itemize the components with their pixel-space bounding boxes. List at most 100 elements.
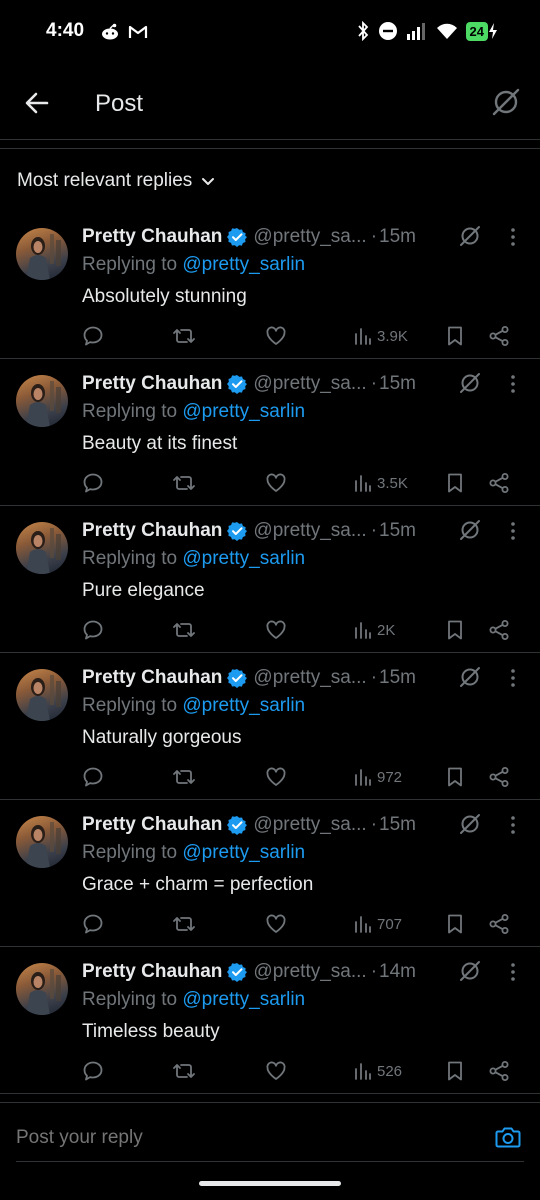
avatar-image [26,969,61,1015]
repost-button[interactable] [172,618,196,642]
reply-item[interactable]: Pretty Chauhan @pretty_sa... · 15m Reply… [0,653,540,800]
author-name[interactable]: Pretty Chauhan [82,373,222,395]
avatar[interactable] [16,816,68,868]
author-handle[interactable]: @pretty_sa... [253,961,366,983]
grok-icon[interactable] [458,959,482,983]
share-button[interactable] [488,1059,510,1083]
more-options-icon[interactable] [506,373,520,395]
bookmark-button[interactable] [445,765,465,789]
sort-dropdown[interactable]: Most relevant replies [17,170,216,192]
share-button[interactable] [488,324,510,348]
views-button[interactable]: 2K [353,618,395,642]
views-button[interactable]: 707 [353,912,402,936]
reply-item[interactable]: Pretty Chauhan @pretty_sa... · 15m Reply… [0,212,540,359]
author-name[interactable]: Pretty Chauhan [82,667,222,689]
author-handle[interactable]: @pretty_sa... [253,226,366,248]
bookmark-button[interactable] [445,324,465,348]
more-options-icon[interactable] [506,520,520,542]
grok-icon[interactable] [490,86,522,118]
reply-time: 15m [379,814,416,835]
grok-icon[interactable] [458,665,482,689]
like-button[interactable] [265,471,287,495]
views-button[interactable]: 972 [353,765,402,789]
share-button[interactable] [488,618,510,642]
like-button[interactable] [265,1059,287,1083]
share-button[interactable] [488,912,510,936]
mention-link[interactable]: @pretty_sarlin [182,989,305,1010]
grok-icon[interactable] [458,371,482,395]
like-button[interactable] [265,912,287,936]
author-name[interactable]: Pretty Chauhan [82,814,222,836]
views-chart-icon [355,475,371,492]
repost-button[interactable] [172,1059,196,1083]
reply-input[interactable] [16,1127,396,1149]
views-count: 3.5K [377,474,408,492]
heart-icon [266,767,286,786]
grok-icon[interactable] [458,812,482,836]
reply-button[interactable] [82,324,104,348]
repost-button[interactable] [172,912,196,936]
reply-item[interactable]: Pretty Chauhan @pretty_sa... · 15m Reply… [0,359,540,506]
bookmark-button[interactable] [445,471,465,495]
avatar[interactable] [16,963,68,1015]
views-button[interactable]: 526 [353,1059,402,1083]
home-indicator[interactable] [199,1181,341,1186]
author-name[interactable]: Pretty Chauhan [82,961,222,983]
repost-button[interactable] [172,324,196,348]
bookmark-button[interactable] [445,1059,465,1083]
avatar[interactable] [16,228,68,280]
reply-item[interactable]: Pretty Chauhan @pretty_sa... · 15m Reply… [0,800,540,947]
mention-link[interactable]: @pretty_sarlin [182,695,305,716]
avatar[interactable] [16,375,68,427]
mention-link[interactable]: @pretty_sarlin [182,548,305,569]
verified-badge-icon [227,522,248,541]
action-bar: 972 [82,765,522,789]
grok-icon[interactable] [458,224,482,248]
like-button[interactable] [265,324,287,348]
reply-button[interactable] [82,765,104,789]
reply-item[interactable]: Pretty Chauhan @pretty_sa... · 14m Reply… [0,947,540,1094]
author-name[interactable]: Pretty Chauhan [82,520,222,542]
avatar[interactable] [16,522,68,574]
author-handle[interactable]: @pretty_sa... [253,373,366,395]
share-button[interactable] [488,471,510,495]
views-count: 972 [377,768,403,786]
replying-to: Replying to @pretty_sarlin [82,989,305,1011]
grok-icon[interactable] [458,518,482,542]
author-handle[interactable]: @pretty_sa... [253,667,366,689]
mention-link[interactable]: @pretty_sarlin [182,254,305,275]
signal-icon [406,23,425,40]
more-options-icon[interactable] [506,814,520,836]
camera-icon[interactable] [494,1123,522,1151]
bookmark-button[interactable] [445,912,465,936]
mention-link[interactable]: @pretty_sarlin [182,842,305,863]
reply-button[interactable] [82,471,104,495]
bookmark-icon [448,473,462,493]
avatar[interactable] [16,669,68,721]
mention-link[interactable]: @pretty_sarlin [182,401,305,422]
like-button[interactable] [265,618,287,642]
author-name[interactable]: Pretty Chauhan [82,226,222,248]
views-button[interactable]: 3.9K [353,324,408,348]
share-icon [489,473,509,493]
like-button[interactable] [265,765,287,789]
repost-button[interactable] [172,471,196,495]
comment-icon [83,914,103,934]
views-count: 2K [377,621,396,639]
more-options-icon[interactable] [506,961,520,983]
reply-button[interactable] [82,618,104,642]
back-arrow-icon[interactable] [22,88,52,118]
author-handle[interactable]: @pretty_sa... [253,814,366,836]
more-options-icon[interactable] [506,667,520,689]
share-button[interactable] [488,765,510,789]
heart-icon [266,620,286,639]
more-options-icon[interactable] [506,226,520,248]
reply-item[interactable]: Pretty Chauhan @pretty_sa... · 15m Reply… [0,506,540,653]
bookmark-button[interactable] [445,618,465,642]
views-button[interactable]: 3.5K [353,471,408,495]
reply-button[interactable] [82,1059,104,1083]
author-handle[interactable]: @pretty_sa... [253,520,366,542]
repost-button[interactable] [172,765,196,789]
reply-time: 15m [379,373,416,394]
reply-button[interactable] [82,912,104,936]
